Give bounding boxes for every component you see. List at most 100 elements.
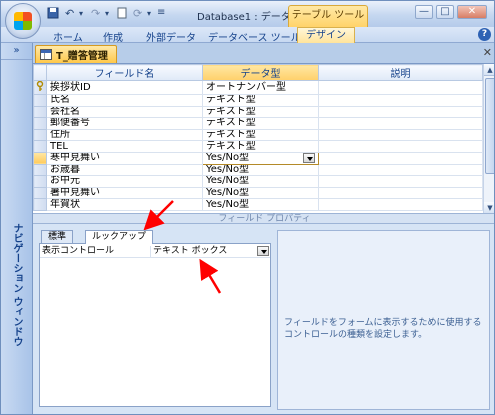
field-name-cell[interactable]: お中元 <box>46 175 203 188</box>
nav-expand-icon[interactable]: » <box>1 43 32 60</box>
customize-icon[interactable]: ≡ <box>157 7 165 18</box>
data-type-cell[interactable]: オートナンバー型 <box>202 80 319 95</box>
description-cell[interactable] <box>318 94 483 107</box>
grid-header-row: フィールド名 データ型 説明 <box>33 64 483 81</box>
row-selector[interactable] <box>33 163 47 177</box>
row-selector-header[interactable] <box>33 64 47 81</box>
field-name-cell[interactable]: 郵便番号 <box>46 117 203 130</box>
header-field-name[interactable]: フィールド名 <box>46 64 203 81</box>
description-cell[interactable] <box>318 163 483 177</box>
data-type-cell[interactable]: テキスト型 <box>202 94 319 107</box>
office-logo-icon <box>14 12 32 30</box>
field-row[interactable]: 年賀状 Yes/No型 <box>33 198 483 211</box>
data-type-cell[interactable]: Yes/No型 <box>202 151 319 165</box>
field-name-cell[interactable]: 住所 <box>46 128 203 142</box>
row-selector[interactable] <box>33 140 47 153</box>
dropdown-arrow-icon[interactable] <box>303 153 315 164</box>
data-type-cell[interactable]: テキスト型 <box>202 140 319 153</box>
undo-icon[interactable]: ↶ <box>65 7 74 20</box>
field-properties-title: フィールド プロパティ <box>33 213 494 224</box>
description-cell[interactable] <box>318 151 483 165</box>
scroll-thumb[interactable] <box>485 78 494 174</box>
document-tab[interactable]: T_贈答管理 <box>35 45 117 63</box>
description-cell[interactable] <box>318 105 483 119</box>
description-cell[interactable] <box>318 198 483 211</box>
tab-database-tools[interactable]: データベース ツール <box>208 29 301 44</box>
chevron-down-icon[interactable]: ▾ <box>147 9 151 18</box>
row-selector[interactable] <box>33 128 47 142</box>
maximize-button[interactable]: □ <box>436 5 454 19</box>
field-row[interactable]: 暑中見舞い Yes/No型 <box>33 186 483 200</box>
data-type-cell[interactable]: Yes/No型 <box>202 186 319 200</box>
field-name-cell[interactable]: 寒中見舞い <box>46 151 203 165</box>
display-control-select[interactable]: テキスト ボックス <box>150 246 270 258</box>
data-type-cell[interactable]: Yes/No型 <box>202 163 319 177</box>
field-properties-pane: 標準 ルックアップ 表示コントロール テキスト ボックス フィールドをフォームに… <box>33 224 494 414</box>
field-name-cell[interactable]: 挨拶状ID <box>46 80 203 95</box>
field-name-cell[interactable]: 会社名 <box>46 105 203 119</box>
data-type-cell[interactable]: Yes/No型 <box>202 198 319 211</box>
vertical-scrollbar[interactable]: ▲ ▼ <box>483 64 494 213</box>
save-icon[interactable] <box>47 7 59 22</box>
dropdown-arrow-icon[interactable] <box>257 246 269 256</box>
refresh-icon[interactable]: ⟳ <box>133 7 142 20</box>
chevron-down-icon[interactable]: ▾ <box>105 9 109 18</box>
navigation-pane-label[interactable]: ナビゲーション ウィンドウ <box>10 223 24 346</box>
field-row[interactable]: 氏名 テキスト型 <box>33 94 483 107</box>
data-type-cell[interactable]: Yes/No型 <box>202 175 319 188</box>
tab-general[interactable]: 標準 <box>41 230 74 243</box>
description-cell[interactable] <box>318 140 483 153</box>
field-name-cell[interactable]: 氏名 <box>46 94 203 107</box>
field-name-cell[interactable]: TEL <box>46 140 203 153</box>
header-description[interactable]: 説明 <box>318 64 483 81</box>
scroll-up-icon[interactable]: ▲ <box>484 64 494 76</box>
scroll-down-icon[interactable]: ▼ <box>484 202 494 213</box>
redo-icon[interactable]: ↷ <box>91 7 100 20</box>
description-cell[interactable] <box>318 117 483 130</box>
description-cell[interactable] <box>318 175 483 188</box>
field-name-cell[interactable]: お歳暮 <box>46 163 203 177</box>
field-grid: フィールド名 データ型 説明 挨拶状ID オートナンバー型 氏名 テキスト型 会社名 テキ… <box>33 63 494 213</box>
row-selector[interactable] <box>33 105 47 119</box>
data-type-cell[interactable]: テキスト型 <box>202 128 319 142</box>
close-icon[interactable]: ✕ <box>483 46 492 59</box>
header-data-type[interactable]: データ型 <box>202 64 319 81</box>
row-selector[interactable] <box>33 151 47 165</box>
tab-home[interactable]: ホーム <box>53 29 83 44</box>
tab-external-data[interactable]: 外部データ <box>146 29 196 44</box>
data-type-value: テキスト型 <box>206 94 256 106</box>
minimize-button[interactable]: — <box>415 5 433 19</box>
tab-create[interactable]: 作成 <box>103 29 123 44</box>
field-row[interactable]: お歳暮 Yes/No型 <box>33 163 483 177</box>
field-row[interactable]: 住所 テキスト型 <box>33 128 483 142</box>
field-row[interactable]: TEL テキスト型 <box>33 140 483 153</box>
row-selector[interactable] <box>33 186 47 200</box>
field-row[interactable]: お中元 Yes/No型 <box>33 175 483 188</box>
row-selector[interactable] <box>33 94 47 107</box>
data-type-value: Yes/No型 <box>206 198 250 210</box>
field-row[interactable]: 会社名 テキスト型 <box>33 105 483 119</box>
help-icon[interactable]: ? <box>478 28 491 41</box>
description-cell[interactable] <box>318 186 483 200</box>
new-icon[interactable] <box>117 7 127 22</box>
field-row[interactable]: 郵便番号 テキスト型 <box>33 117 483 130</box>
field-row[interactable]: 寒中見舞い Yes/No型 <box>33 151 483 165</box>
primary-key-icon[interactable] <box>33 80 47 95</box>
description-cell[interactable] <box>318 80 483 95</box>
row-selector[interactable] <box>33 198 47 211</box>
data-type-cell[interactable]: テキスト型 <box>202 105 319 119</box>
chevron-down-icon[interactable]: ▾ <box>79 9 83 18</box>
row-selector[interactable] <box>33 175 47 188</box>
office-button[interactable] <box>5 3 41 39</box>
data-type-value: オートナンバー型 <box>206 81 286 93</box>
description-cell[interactable] <box>318 128 483 142</box>
row-selector[interactable] <box>33 117 47 130</box>
data-type-cell[interactable]: テキスト型 <box>202 117 319 130</box>
field-name-cell[interactable]: 年賀状 <box>46 198 203 211</box>
tab-design[interactable]: デザイン <box>297 27 355 43</box>
close-button[interactable]: ✕ <box>457 5 487 19</box>
tab-lookup[interactable]: ルックアップ <box>85 230 154 244</box>
field-row[interactable]: 挨拶状ID オートナンバー型 <box>33 80 483 95</box>
context-tab-table-tools: テーブル ツール <box>288 5 368 27</box>
field-name-cell[interactable]: 暑中見舞い <box>46 186 203 200</box>
